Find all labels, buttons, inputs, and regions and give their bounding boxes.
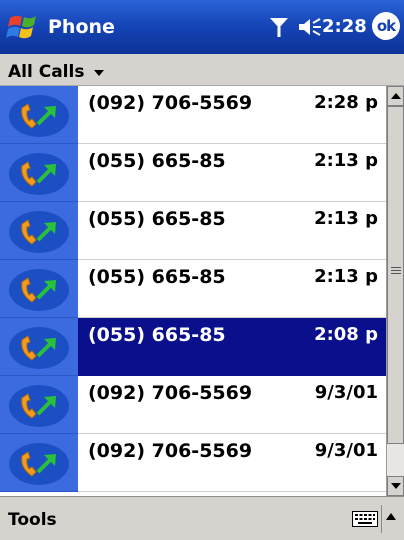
call-icon-cell bbox=[0, 86, 78, 144]
outgoing-call-icon bbox=[9, 443, 69, 485]
call-time: 2:13 p bbox=[314, 208, 378, 229]
app-title: Phone bbox=[48, 16, 115, 38]
arrow-up-icon bbox=[390, 93, 401, 99]
call-time: 2:13 p bbox=[314, 150, 378, 171]
call-time: 2:08 p bbox=[314, 324, 378, 345]
outgoing-call-icon bbox=[9, 211, 69, 253]
outgoing-call-icon bbox=[9, 327, 69, 369]
call-log-row[interactable]: (055) 665-85 2:13 p bbox=[0, 144, 386, 202]
call-log-list: (092) 706-5569 2:28 p (055) 665-85 2:13 p (0… bbox=[0, 86, 386, 496]
call-icon-cell bbox=[0, 260, 78, 318]
sip-divider bbox=[381, 505, 382, 533]
scroll-thumb[interactable] bbox=[387, 106, 404, 444]
call-log-row[interactable]: (055) 665-85 2:13 p bbox=[0, 202, 386, 260]
call-log-row[interactable]: (092) 706-5569 9/3/01 bbox=[0, 376, 386, 434]
arrow-down-icon bbox=[390, 483, 401, 489]
call-log-row[interactable]: (055) 665-85 2:13 p bbox=[0, 260, 386, 318]
ok-button[interactable]: ok bbox=[372, 12, 400, 40]
call-icon-cell bbox=[0, 434, 78, 492]
call-time: 9/3/01 bbox=[314, 382, 378, 403]
row-divider bbox=[78, 491, 386, 492]
scroll-down-button[interactable] bbox=[387, 476, 404, 496]
menu-bar: Tools bbox=[0, 496, 404, 540]
windows-start-icon[interactable] bbox=[4, 8, 44, 46]
outgoing-call-icon bbox=[9, 95, 69, 137]
chevron-down-icon[interactable] bbox=[94, 70, 104, 76]
tools-menu[interactable]: Tools bbox=[8, 510, 57, 530]
outgoing-call-icon bbox=[9, 269, 69, 311]
call-log-row[interactable]: (092) 706-5569 2:28 p bbox=[0, 86, 386, 144]
signal-icon[interactable] bbox=[268, 15, 290, 39]
call-time: 2:13 p bbox=[314, 266, 378, 287]
call-icon-cell bbox=[0, 376, 78, 434]
vertical-scrollbar[interactable] bbox=[386, 86, 404, 496]
sip-arrow-icon[interactable] bbox=[386, 513, 396, 520]
call-icon-cell bbox=[0, 144, 78, 202]
grip-icon bbox=[391, 267, 401, 275]
keyboard-icon[interactable] bbox=[352, 511, 378, 527]
volume-icon[interactable] bbox=[297, 15, 323, 39]
call-log-row[interactable]: (092) 706-5569 9/3/01 bbox=[0, 434, 386, 492]
phone-number: (092) 706-5569 bbox=[88, 382, 253, 404]
clock[interactable]: 2:28 bbox=[322, 16, 367, 37]
filter-bar[interactable]: All Calls bbox=[0, 54, 404, 86]
call-icon-cell bbox=[0, 318, 78, 376]
call-icon-cell bbox=[0, 202, 78, 260]
ok-button-label: ok bbox=[376, 17, 396, 35]
phone-number: (055) 665-85 bbox=[88, 266, 226, 288]
phone-number: (055) 665-85 bbox=[88, 324, 226, 346]
call-time: 2:28 p bbox=[314, 92, 378, 113]
outgoing-call-icon bbox=[9, 385, 69, 427]
call-filter-dropdown[interactable]: All Calls bbox=[8, 62, 84, 82]
outgoing-call-icon bbox=[9, 153, 69, 195]
phone-number: (055) 665-85 bbox=[88, 208, 226, 230]
scroll-up-button[interactable] bbox=[387, 86, 404, 106]
phone-number: (055) 665-85 bbox=[88, 150, 226, 172]
phone-number: (092) 706-5569 bbox=[88, 440, 253, 462]
title-bar: Phone 2:28 ok bbox=[0, 0, 404, 54]
call-time: 9/3/01 bbox=[314, 440, 378, 461]
phone-number: (092) 706-5569 bbox=[88, 92, 253, 114]
call-log-row[interactable]: (055) 665-85 2:08 p bbox=[0, 318, 386, 376]
